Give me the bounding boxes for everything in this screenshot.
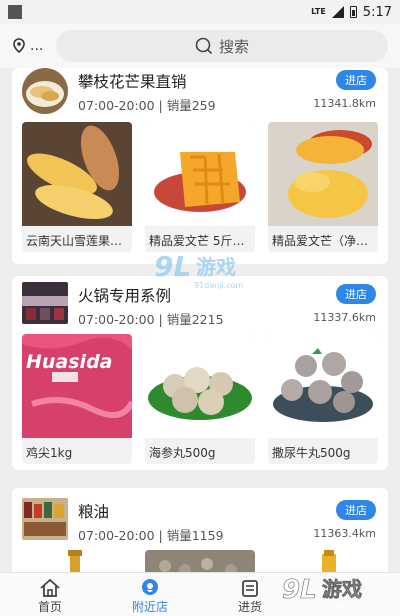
signal-icon (331, 6, 344, 18)
store-hours-sales: 07:00-20:00 | 销量2215 (78, 312, 224, 327)
search-bar[interactable]: 搜索 (56, 30, 388, 62)
store-name: 粮油 (78, 503, 110, 521)
network-type: LTE (311, 7, 326, 16)
product-image (68, 550, 82, 572)
product-image (22, 122, 132, 226)
product-item[interactable]: 云南天山雪莲果… (22, 122, 132, 252)
store-thumbnail (22, 68, 68, 114)
product-item[interactable] (22, 550, 132, 572)
store-card[interactable]: 攀枝花芒果直销 07:00-20:00 | 销量259 进店 11341.8km… (12, 68, 388, 264)
location-pin-icon (13, 38, 25, 54)
clock: 5:17 (362, 4, 392, 20)
store-distance: 11363.4km (313, 527, 376, 540)
product-item[interactable] (268, 550, 378, 572)
product-name: 海参丸500g (149, 446, 216, 460)
product-image (268, 334, 378, 438)
location-selector[interactable]: ... (0, 38, 54, 54)
store-name: 攀枝花芒果直销 (78, 73, 187, 91)
store-hours-sales: 07:00-20:00 | 销量259 (78, 98, 216, 113)
search-icon (195, 37, 213, 55)
svg-text:91danji.com: 91danji.com (194, 281, 244, 290)
product-item[interactable]: Huasida 鸡尖1kg (22, 334, 132, 464)
store-hours-sales: 07:00-20:00 | 销量1159 (78, 528, 224, 543)
tab-label: 首页 (37, 600, 62, 614)
enter-store-button[interactable]: 进店 (336, 284, 376, 304)
product-item[interactable] (145, 550, 255, 572)
product-item[interactable]: 精品爱文芒 5斤… (145, 122, 255, 252)
enter-store-button[interactable]: 进店 (336, 500, 376, 520)
product-row: Huasida 鸡尖1kg 海参丸500g 撒尿牛丸500g (12, 334, 388, 464)
product-image (145, 550, 255, 572)
store-distance: 11341.8km (313, 97, 376, 110)
product-item[interactable]: 精品爱文芒（净… (268, 122, 378, 252)
store-header[interactable]: 攀枝花芒果直销 07:00-20:00 | 销量259 进店 11341.8km (12, 68, 388, 118)
product-name: 鸡尖1kg (26, 446, 73, 460)
product-item[interactable]: 撒尿牛丸500g (268, 334, 378, 464)
svg-text:游戏: 游戏 (322, 577, 362, 601)
product-name: 精品爱文芒（净… (272, 234, 369, 248)
search-placeholder: 搜索 (218, 37, 249, 56)
store-header[interactable]: 粮油 07:00-20:00 | 销量1159 进店 11363.4km (12, 498, 388, 548)
product-image (322, 550, 336, 572)
location-pin-icon (142, 579, 158, 595)
top-header: ... 搜索 (0, 24, 400, 68)
watermark-logo-middle: 9L 游戏 91danji.com (154, 246, 254, 292)
package-brand-text: Huasida (26, 351, 113, 373)
store-thumbnail (22, 498, 68, 540)
store-thumbnail (22, 282, 68, 324)
svg-text:游戏: 游戏 (196, 255, 236, 279)
product-row: 云南天山雪莲果… 精品爱文芒 5斤… 精品爱文芒（净… (12, 122, 388, 252)
notification-icon (8, 5, 22, 19)
product-image (145, 334, 255, 438)
svg-text:9L: 9L (154, 250, 191, 283)
product-image: Huasida (22, 334, 132, 438)
home-icon (40, 578, 60, 597)
enter-store-button[interactable]: 进店 (336, 70, 376, 90)
watermark-logo-corner: 9L 游戏 91danji.com (282, 572, 392, 612)
product-image (145, 122, 255, 226)
store-distance: 11337.6km (313, 311, 376, 324)
store-card[interactable]: 粮油 07:00-20:00 | 销量1159 进店 11363.4km (12, 488, 388, 572)
location-label: ... (30, 38, 44, 54)
product-image (268, 122, 378, 226)
svg-text:9L: 9L (282, 575, 317, 605)
svg-text:91danji.com: 91danji.com (322, 602, 377, 612)
tab-nearby[interactable]: 附近店 (100, 573, 200, 616)
product-item[interactable]: 海参丸500g (145, 334, 255, 464)
product-name: 撒尿牛丸500g (272, 446, 351, 460)
status-bar: LTE 5:17 (0, 0, 400, 24)
product-name: 云南天山雪莲果… (26, 234, 123, 248)
tab-home[interactable]: 首页 (0, 573, 100, 616)
battery-icon (349, 6, 357, 18)
product-row (12, 550, 388, 572)
tab-label: 进货 (237, 600, 262, 614)
tab-label: 附近店 (131, 600, 168, 614)
cart-icon (242, 580, 258, 597)
nearby-store-list[interactable]: 攀枝花芒果直销 07:00-20:00 | 销量259 进店 11341.8km… (0, 68, 400, 572)
store-card[interactable]: 火锅专用系例 07:00-20:00 | 销量2215 进店 11337.6km… (12, 276, 388, 470)
